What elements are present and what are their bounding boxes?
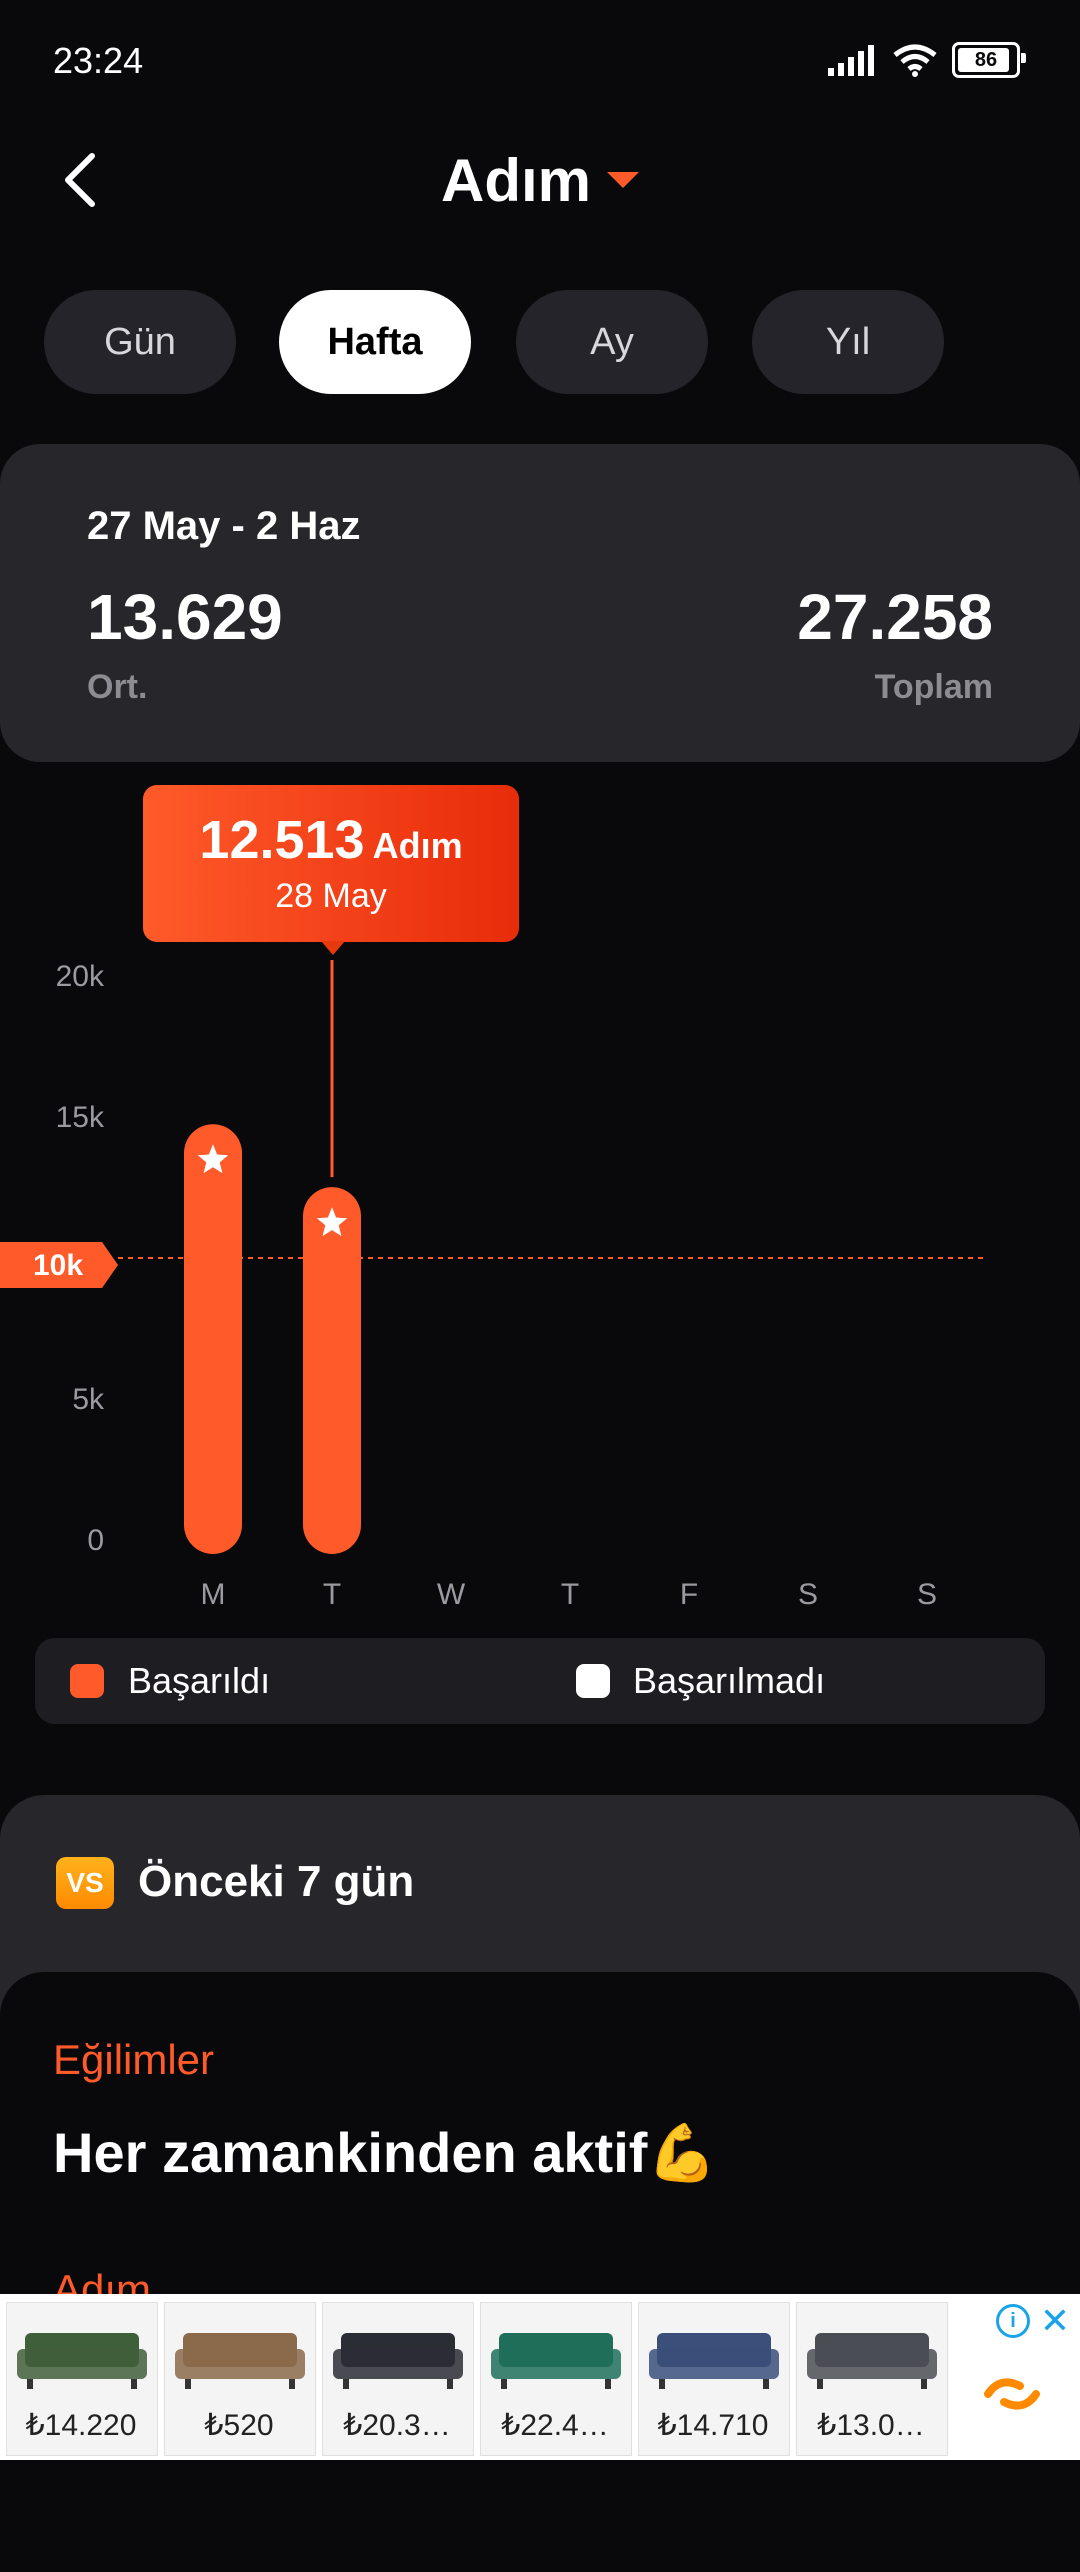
battery-level: 86: [974, 48, 998, 71]
tab-week[interactable]: Hafta: [279, 290, 471, 394]
goal-label: 10k: [33, 1249, 83, 1282]
sofa-image-icon: [17, 2333, 147, 2389]
goal-badge: 10k: [0, 1242, 118, 1288]
compare-title: Önceki 7 gün: [138, 1857, 415, 1906]
x-tick-label: M: [201, 1578, 226, 1611]
sofa-image-icon: [491, 2333, 621, 2389]
ad-brand-logo-icon: [984, 2378, 1040, 2410]
ad-price: ₺20.3…: [343, 2409, 451, 2442]
tooltip-unit: Adım: [372, 825, 463, 866]
x-tick-label: F: [680, 1578, 698, 1611]
wifi-icon: [893, 44, 937, 77]
sofa-image-icon: [649, 2333, 779, 2389]
bar: [184, 1124, 242, 1554]
sofa-image-icon: [807, 2333, 937, 2389]
signal-icon: [828, 45, 874, 76]
trends-headline: Her zamankinden aktif💪: [53, 2121, 718, 2184]
total-label: Toplam: [874, 668, 993, 706]
sofa-image-icon: [333, 2333, 463, 2389]
ad-info-icon[interactable]: i: [996, 2304, 1030, 2338]
ad-price: ₺22.4…: [501, 2409, 609, 2442]
trends-label: Eğilimler: [53, 2036, 215, 2083]
sofa-image-icon: [175, 2333, 305, 2389]
battery-icon: 86: [952, 42, 1026, 78]
page-title-text: Adım: [441, 147, 591, 214]
x-tick-label: W: [437, 1578, 466, 1611]
legend-not-achieved-label: Başarılmadı: [633, 1660, 826, 1701]
tooltip-value: 12.513: [199, 810, 365, 870]
legend-not-achieved-swatch: [576, 1664, 610, 1698]
average-label: Ort.: [87, 668, 148, 706]
tooltip-date: 28 May: [275, 877, 387, 915]
x-tick-label: T: [561, 1578, 579, 1611]
chart-tooltip: 12.513 Adım 28 May: [143, 785, 519, 942]
y-tick-label: 15k: [56, 1101, 105, 1134]
bar: [303, 1187, 361, 1554]
status-icons: 86: [828, 42, 1026, 78]
ad-close-icon[interactable]: ✕: [1040, 2300, 1070, 2342]
tab-day[interactable]: Gün: [44, 290, 236, 394]
page-title[interactable]: Adım: [0, 146, 1080, 215]
vs-icon: VS: [56, 1857, 114, 1909]
tab-month[interactable]: Ay: [516, 290, 708, 394]
dropdown-caret-icon: [607, 172, 639, 189]
y-tick-label: 0: [87, 1524, 104, 1557]
ad-price: ₺520: [204, 2409, 274, 2442]
legend-achieved-label: Başarıldı: [128, 1660, 271, 1701]
ad-price: ₺14.220: [25, 2409, 137, 2442]
steps-chart[interactable]: 0 5k 15k 20k M T W T F S S: [0, 940, 1080, 1620]
date-range: 27 May - 2 Haz: [87, 504, 361, 548]
tab-year[interactable]: Yıl: [752, 290, 944, 394]
x-tick-label: S: [798, 1578, 818, 1611]
x-tick-label: S: [917, 1578, 937, 1611]
legend-achieved-swatch: [70, 1664, 104, 1698]
status-time: 23:24: [53, 40, 144, 81]
ad-price: ₺13.0…: [817, 2409, 925, 2442]
average-value: 13.629: [87, 581, 283, 653]
y-tick-label: 5k: [72, 1383, 105, 1416]
x-tick-label: T: [323, 1578, 341, 1611]
ad-price: ₺14.710: [657, 2409, 769, 2442]
y-tick-label: 20k: [56, 960, 105, 993]
total-value: 27.258: [797, 581, 993, 653]
